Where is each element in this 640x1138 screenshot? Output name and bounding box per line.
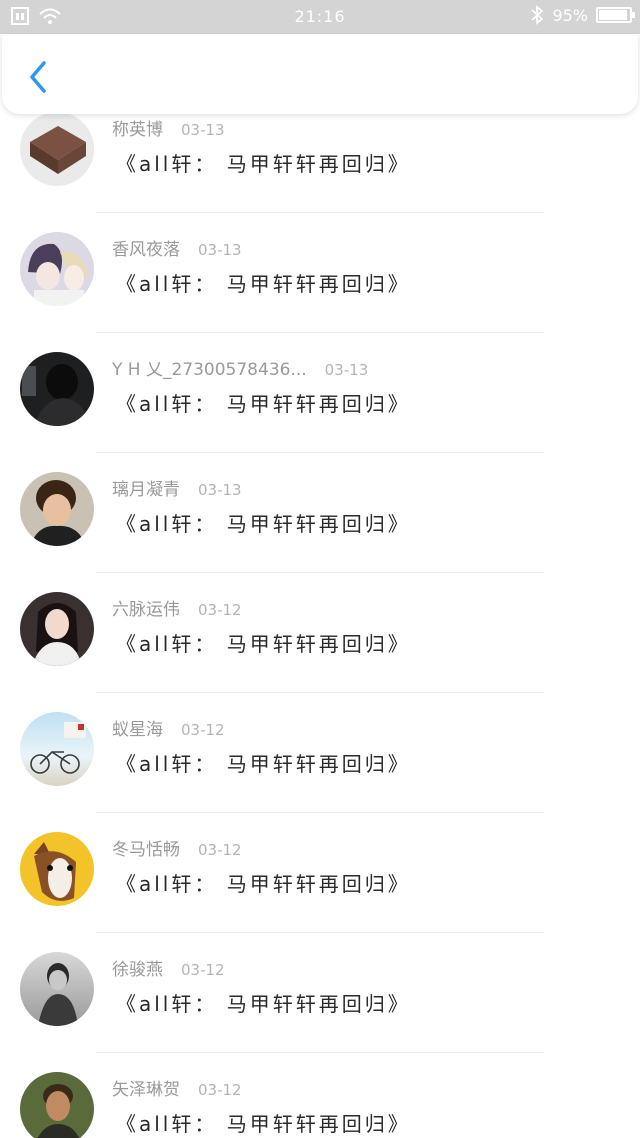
sender-name: 香风夜落	[112, 240, 180, 260]
list-item[interactable]: 称英博 03-13 《all轩： 马甲轩轩再回归》	[0, 114, 640, 228]
bw-photo-avatar	[20, 952, 94, 1026]
message-text: 《all轩： 马甲轩轩再回归》	[116, 512, 411, 536]
message-text: 《all轩： 马甲轩轩再回归》	[116, 272, 411, 296]
message-date: 03-12	[181, 721, 225, 739]
message-date: 03-13	[198, 241, 242, 259]
battery-percent: 95%	[552, 5, 588, 25]
divider	[96, 692, 544, 693]
cartoon-horse-avatar	[20, 832, 94, 906]
divider	[96, 332, 544, 333]
status-bar: 21:16 95%	[0, 0, 640, 34]
chevron-left-icon[interactable]	[24, 60, 54, 94]
bluetooth-icon	[531, 5, 544, 25]
list-item[interactable]: 矢泽琳贺 03-12 《all轩： 马甲轩轩再回归》	[0, 1068, 640, 1138]
divider	[96, 1052, 544, 1053]
boy-photo-avatar	[20, 472, 94, 546]
sender-name: 蚁星海	[112, 720, 163, 740]
sender-name: 矢泽琳贺	[112, 1080, 180, 1100]
message-date: 03-13	[181, 121, 225, 139]
message-text: 《all轩： 马甲轩轩再回归》	[116, 752, 411, 776]
message-date: 03-12	[198, 1081, 242, 1099]
message-text: 《all轩： 马甲轩轩再回归》	[116, 152, 411, 176]
message-text: 《all轩： 马甲轩轩再回归》	[116, 872, 411, 896]
divider	[96, 452, 544, 453]
message-text: 《all轩： 马甲轩轩再回归》	[116, 1112, 411, 1136]
message-date: 03-13	[198, 481, 242, 499]
divider	[96, 212, 544, 213]
battery-icon	[596, 7, 635, 23]
list-item[interactable]: 六脉运伟 03-12 《all轩： 马甲轩轩再回归》	[0, 588, 640, 708]
brown-block-avatar	[20, 114, 94, 186]
message-list: 称英博 03-13 《all轩： 马甲轩轩再回归》 香风夜落 03-13 《all轩…	[0, 114, 640, 1138]
divider	[96, 812, 544, 813]
list-item[interactable]: Y H 乂_27300578436... 03-13 《all轩： 马甲轩轩再回归…	[0, 348, 640, 468]
anime-boys-avatar	[20, 232, 94, 306]
girl-photo-avatar	[20, 592, 94, 666]
sender-name: 璃月凝青	[112, 480, 180, 500]
header-bar	[2, 34, 638, 114]
sender-name: 六脉运伟	[112, 600, 180, 620]
man-photo-avatar	[20, 1072, 94, 1138]
message-text: 《all轩： 马甲轩轩再回归》	[116, 632, 411, 656]
sender-name: 称英博	[112, 120, 163, 140]
list-item[interactable]: 蚁星海 03-12 《all轩： 马甲轩轩再回归》	[0, 708, 640, 828]
list-item[interactable]: 冬马恬畅 03-12 《all轩： 马甲轩轩再回归》	[0, 828, 640, 948]
list-item[interactable]: 璃月凝青 03-13 《all轩： 马甲轩轩再回归》	[0, 468, 640, 588]
message-text: 《all轩： 马甲轩轩再回归》	[116, 392, 411, 416]
sender-name: 冬马恬畅	[112, 840, 180, 860]
list-item[interactable]: 徐骏燕 03-12 《all轩： 马甲轩轩再回归》	[0, 948, 640, 1068]
divider	[96, 572, 544, 573]
message-date: 03-12	[198, 841, 242, 859]
divider	[96, 932, 544, 933]
message-date: 03-12	[181, 961, 225, 979]
list-item[interactable]: 香风夜落 03-13 《all轩： 马甲轩轩再回归》	[0, 228, 640, 348]
message-text: 《all轩： 马甲轩轩再回归》	[116, 992, 411, 1016]
bicycle-avatar	[20, 712, 94, 786]
message-date: 03-13	[324, 361, 369, 379]
sender-name: Y H 乂_27300578436...	[112, 360, 307, 380]
dark-photo-avatar	[20, 352, 94, 426]
message-date: 03-12	[198, 601, 242, 619]
sender-name: 徐骏燕	[112, 960, 163, 980]
